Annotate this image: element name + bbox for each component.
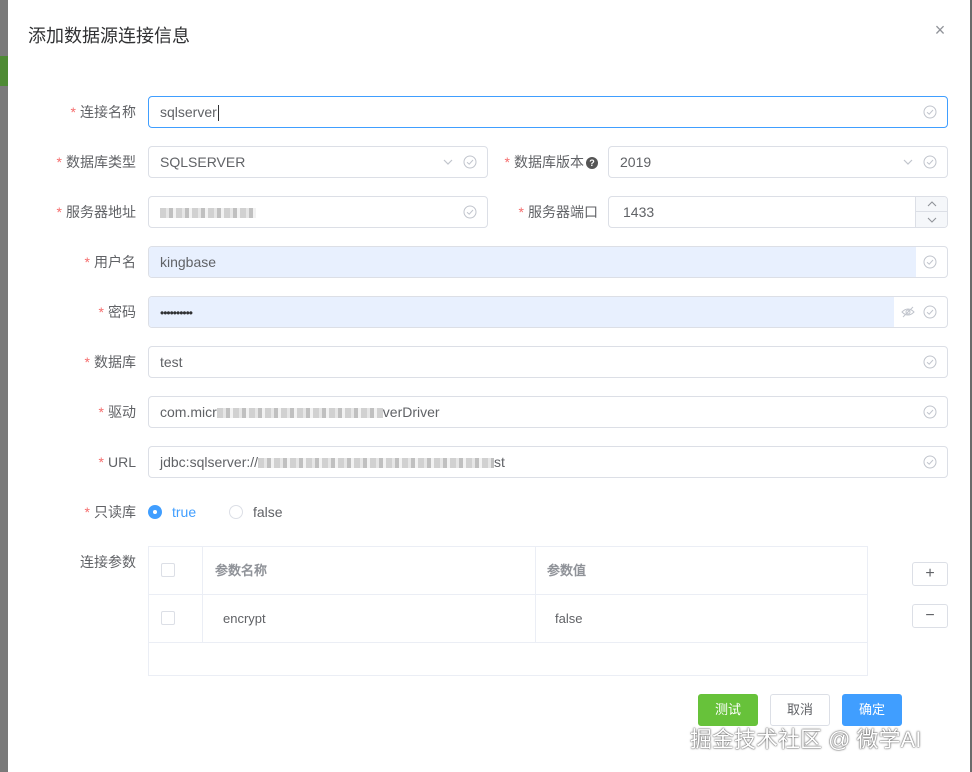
dialog-title: 添加数据源连接信息	[28, 26, 190, 46]
db-type-value: SQLSERVER	[160, 154, 246, 170]
db-version-value: 2019	[620, 154, 652, 170]
radio-dot	[148, 505, 162, 519]
redacted-text	[160, 208, 256, 219]
row-checkbox[interactable]	[161, 611, 175, 625]
select-all-checkbox[interactable]	[161, 563, 175, 577]
chevron-down-icon	[443, 159, 453, 165]
database-value: test	[160, 354, 183, 370]
param-value-cell: false	[555, 611, 583, 626]
db-type-label: * 数据库类型	[56, 154, 136, 170]
column-divider	[202, 547, 203, 643]
password-label: * 密码	[98, 304, 136, 320]
check-circle-icon	[463, 205, 477, 219]
driver-value-prefix: com.micr	[160, 404, 217, 420]
decrease-button[interactable]	[916, 212, 947, 227]
radio-label-false: false	[253, 504, 283, 520]
radio-dot	[229, 505, 243, 519]
username-value: kingbase	[160, 254, 217, 270]
conn-params-label: 连接参数	[80, 554, 136, 570]
table-header-row: 参数名称 参数值	[149, 547, 867, 595]
username-label: * 用户名	[84, 254, 136, 270]
port-stepper	[915, 197, 947, 227]
check-circle-icon	[923, 355, 937, 369]
table-row[interactable]: encrypt false	[149, 595, 867, 643]
check-circle-icon	[923, 155, 937, 169]
server-port-label: * 服务器端口	[518, 204, 598, 220]
text-caret	[217, 105, 219, 122]
conn-name-input[interactable]: sqlserver	[148, 96, 948, 128]
eye-hidden-icon[interactable]	[901, 305, 915, 319]
readonly-false-radio[interactable]: false	[229, 504, 283, 520]
url-label: * URL	[98, 454, 136, 470]
chevron-up-icon	[927, 201, 936, 207]
server-port-input[interactable]: 1433	[608, 196, 948, 228]
watermark: 掘金技术社区 @ 微学AI	[690, 727, 922, 752]
check-circle-icon	[923, 255, 937, 269]
remove-param-button[interactable]: −	[912, 604, 948, 628]
param-name-cell: encrypt	[223, 611, 266, 626]
readonly-true-radio[interactable]: true	[148, 504, 196, 520]
password-value: ••••••••••	[160, 306, 193, 320]
check-circle-icon	[923, 455, 937, 469]
redacted-text	[258, 458, 495, 469]
conn-name-label: * 连接名称	[70, 104, 136, 120]
conn-name-value: sqlserver	[160, 104, 217, 120]
check-circle-icon	[463, 155, 477, 169]
database-input[interactable]: test	[148, 346, 948, 378]
driver-value-suffix: verDriver	[382, 404, 440, 420]
datasource-dialog: 添加数据源连接信息 × * 连接名称 sqlserver * 数据库类型 SQLSE…	[8, 0, 970, 772]
header-param-value: 参数值	[547, 563, 587, 578]
header-param-name: 参数名称	[215, 563, 268, 578]
close-icon[interactable]: ×	[932, 21, 948, 39]
db-type-select[interactable]: SQLSERVER	[148, 146, 488, 178]
check-circle-icon	[923, 405, 937, 419]
server-addr-input[interactable]	[148, 196, 488, 228]
column-divider	[535, 547, 536, 643]
add-param-button[interactable]: +	[912, 562, 948, 586]
chevron-down-icon	[927, 217, 936, 223]
help-icon[interactable]: ?	[586, 157, 598, 170]
autofill-highlight	[149, 297, 894, 327]
redacted-text	[216, 408, 383, 419]
background-green-element	[0, 56, 8, 86]
readonly-label: * 只读库	[84, 504, 136, 520]
url-value-suffix: st	[494, 454, 505, 470]
db-version-select[interactable]: 2019	[608, 146, 948, 178]
server-port-value: 1433	[623, 204, 655, 220]
server-addr-label: * 服务器地址	[56, 204, 136, 220]
password-input[interactable]: ••••••••••	[148, 296, 948, 328]
username-input[interactable]: kingbase	[148, 246, 948, 278]
db-version-label: * 数据库版本?	[488, 146, 598, 178]
radio-label-true: true	[172, 504, 197, 520]
driver-label: * 驱动	[98, 404, 136, 420]
params-table: 参数名称 参数值 encrypt false	[148, 546, 868, 676]
check-circle-icon	[923, 305, 937, 319]
database-label: * 数据库	[84, 354, 136, 370]
driver-input[interactable]: com.micr verDriver	[148, 396, 948, 428]
chevron-down-icon	[903, 159, 913, 165]
url-value-prefix: jdbc:sqlserver://	[160, 454, 259, 470]
check-circle-icon	[923, 105, 937, 119]
autofill-highlight	[149, 247, 916, 277]
increase-button[interactable]	[916, 197, 947, 212]
url-input[interactable]: jdbc:sqlserver:// st	[148, 446, 948, 478]
